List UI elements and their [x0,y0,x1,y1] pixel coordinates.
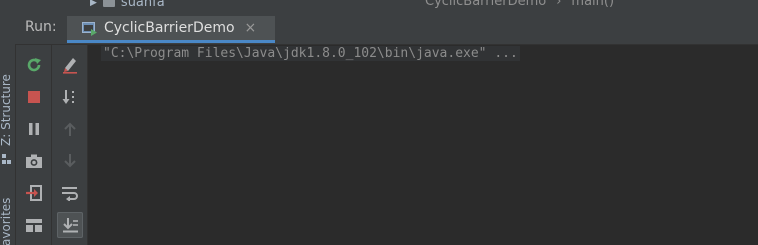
breadcrumb-class[interactable]: CyclicBarrierDemo [425,0,546,9]
up-arrow-icon [64,122,76,136]
structure-icon [1,150,11,164]
close-icon[interactable]: × [245,20,257,36]
expand-caret-icon[interactable]: ▶ [90,0,97,8]
run-config-icon [82,21,98,36]
down-stack-frame-button[interactable] [57,148,83,174]
exit-button[interactable] [21,180,47,206]
scroll-to-end-button[interactable] [57,212,83,238]
scroll-to-end-icon [63,218,78,233]
run-tab-title: CyclicBarrierDemo [104,20,235,36]
dump-threads-button[interactable] [21,148,47,174]
structure-tool-button[interactable]: Z: Structure [0,74,13,146]
up-stack-frame-button[interactable] [57,116,83,142]
run-toolbar-right [52,45,88,245]
camera-icon [26,154,42,168]
down-arrow-icon [64,154,76,168]
run-tab-cyclicbarrierdemo[interactable]: CyclicBarrierDemo × [67,16,275,43]
soft-wrap-icon [62,187,78,201]
breadcrumb-method[interactable]: main() [571,0,614,9]
layout-icon [26,219,42,232]
stop-icon [28,91,40,103]
pause-icon [29,123,39,135]
rerun-icon [27,58,41,72]
rerun-button[interactable] [21,52,47,78]
sort-icon [62,90,74,104]
favorites-tool-button[interactable]: avorites [0,198,13,245]
soft-wrap-button[interactable] [57,180,83,206]
exit-icon [26,185,42,201]
editor-top-strip: ▶ suanfa CyclicBarrierDemo › main() [15,0,758,12]
left-tool-strip: Z: Structure avorites [0,0,16,245]
stop-button[interactable] [21,84,47,110]
run-tool-window: Z: Structure avorites ▶ suanfa CyclicBar… [0,0,758,245]
restore-layout-button[interactable] [21,212,47,238]
breadcrumb-separator: › [556,0,562,9]
run-toolbar-left [16,45,52,245]
console-line-command: "C:\Program Files\Java\jdk1.8.0_102\bin\… [101,46,520,61]
tree-item-label: suanfa [120,0,165,10]
run-label: Run: [25,19,57,35]
clear-all-button[interactable] [57,52,83,78]
clear-icon [63,58,77,74]
project-tree-item[interactable]: ▶ suanfa [90,0,165,10]
sort-button[interactable] [57,84,83,110]
run-tab-bar: Run: CyclicBarrierDemo × [15,12,758,45]
console-output[interactable]: "C:\Program Files\Java\jdk1.8.0_102\bin\… [89,45,758,245]
folder-icon [102,0,115,7]
breadcrumb: CyclicBarrierDemo › main() [425,0,614,9]
pause-button[interactable] [21,116,47,142]
